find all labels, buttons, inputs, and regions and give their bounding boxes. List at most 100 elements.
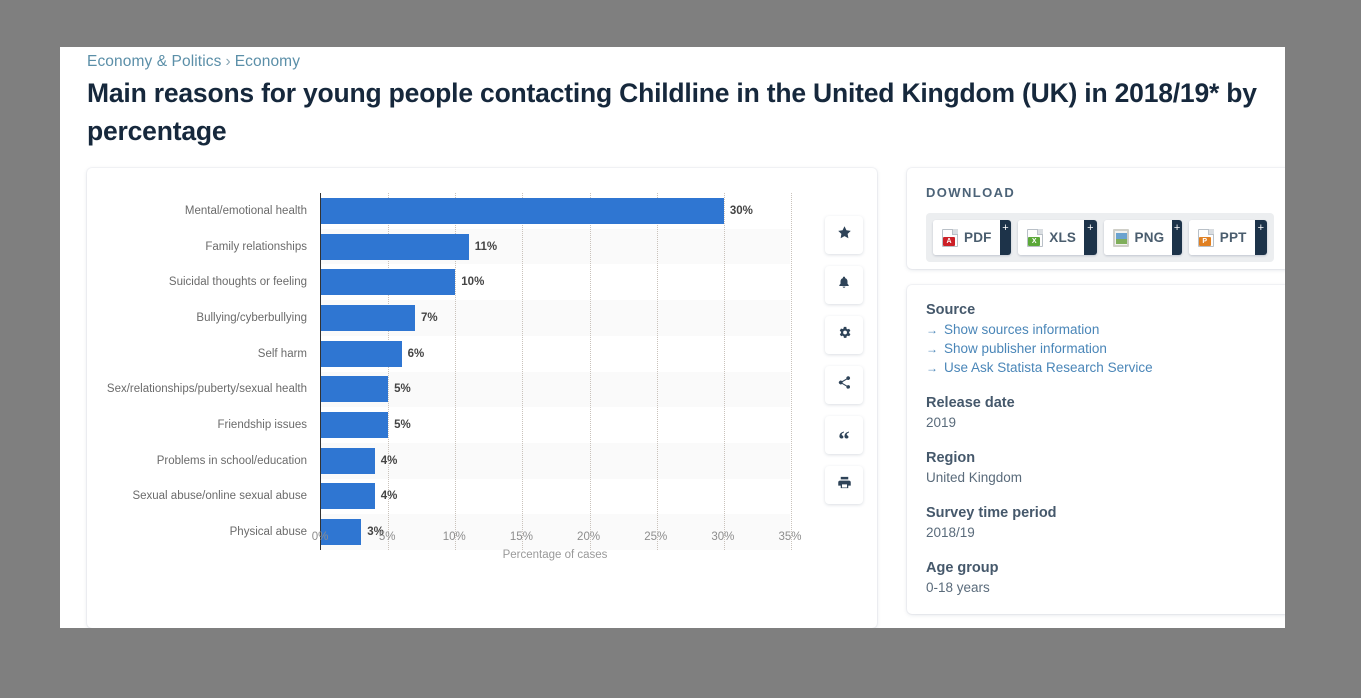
x-axis-tick-label: 5% [378, 531, 396, 543]
chart-category-label: Bullying/cyberbullying [196, 311, 307, 324]
page-title: Main reasons for young people contacting… [87, 78, 1257, 146]
survey-period-value: 2018/19 [926, 525, 975, 540]
arrow-right-icon: → [926, 342, 938, 356]
x-axis-tick-label: 0% [311, 531, 329, 543]
chart-bar[interactable] [321, 233, 469, 260]
settings-button[interactable] [825, 316, 863, 354]
breadcrumb-separator: › [225, 53, 231, 70]
chart-category-label: Sex/relationships/puberty/sexual health [106, 383, 307, 396]
share-button[interactable] [825, 366, 863, 404]
chart-bar-value: 4% [380, 490, 398, 503]
favorite-button[interactable] [825, 216, 863, 254]
x-axis-tick-label: 20% [577, 531, 601, 543]
download-ppt-label: PPT [1219, 230, 1247, 245]
chart-row-band [321, 371, 790, 408]
page-card: Economy & Politics › Economy Main reasons … [60, 47, 1285, 628]
x-axis-tick-label: 30% [711, 531, 735, 543]
breadcrumb-item-1[interactable]: Economy [235, 53, 300, 70]
chart-bar-value: 4% [380, 454, 398, 467]
download-png-options-button[interactable]: + [1172, 220, 1182, 255]
chart-gridline [522, 193, 524, 550]
chart-gridline [791, 193, 792, 550]
chart-bar-value: 7% [421, 311, 438, 324]
print-icon [837, 475, 852, 495]
show-sources-link[interactable]: → Show sources information [926, 322, 1274, 337]
chart-bar[interactable] [321, 376, 389, 403]
cite-button[interactable]: “ [825, 416, 863, 454]
x-axis-title: Percentage of cases [502, 549, 608, 561]
chart-category-label: Mental/emotional health [184, 204, 307, 217]
x-axis-tick-label: 25% [644, 531, 668, 543]
chart-bar-value: 5% [394, 383, 411, 396]
chart-bar[interactable] [321, 269, 456, 296]
download-pdf-options-button[interactable]: + [999, 220, 1012, 255]
ask-statista-link[interactable]: → Use Ask Statista Research Service [926, 360, 1274, 375]
download-png-label: PNG [1134, 230, 1165, 245]
download-pdf-main[interactable]: A PDF [933, 220, 1000, 255]
share-icon [837, 375, 852, 395]
show-publisher-link[interactable]: → Show publisher information [926, 341, 1274, 356]
chart-category-label: Self harm [257, 347, 307, 360]
breadcrumb-item-0[interactable]: Economy & Politics [87, 53, 221, 70]
show-publisher-label: Show publisher information [944, 341, 1107, 356]
region-value: United Kingdom [926, 470, 1023, 485]
chart-bar-value: 11% [474, 240, 498, 253]
star-icon [837, 225, 852, 245]
print-button[interactable] [825, 466, 863, 504]
bar-chart: 30% 11% 10% 7% 6% 5% 5% 4% 4% 3% Percentage of ca… [87, 168, 877, 628]
download-ppt-button[interactable]: P PPT + [1188, 220, 1267, 255]
chart-bar[interactable] [321, 447, 375, 474]
download-png-main[interactable]: PNG [1103, 220, 1173, 255]
download-panel: DOWNLOAD A PDF + X XLS + PNG + P PPT + [907, 168, 1285, 269]
chart-gridline [589, 193, 591, 550]
chart-bar[interactable] [321, 340, 402, 367]
alert-button[interactable] [825, 266, 863, 304]
chart-category-label: Suicidal thoughts or feeling [168, 276, 307, 289]
xls-file-icon: X [1027, 228, 1044, 247]
ppt-file-icon: P [1197, 228, 1214, 247]
download-xls-button[interactable]: X XLS + [1018, 220, 1097, 255]
chart-gridline [656, 193, 658, 550]
x-axis-tick-label: 15% [509, 531, 533, 543]
download-xls-main[interactable]: X XLS [1018, 220, 1085, 255]
png-file-icon [1112, 228, 1129, 247]
arrow-right-icon: → [926, 323, 938, 337]
download-png-button[interactable]: PNG + [1103, 220, 1182, 255]
chart-plot-area: 30% 11% 10% 7% 6% 5% 5% 4% 4% 3% [320, 193, 792, 550]
bell-icon [837, 275, 851, 295]
download-pdf-label: PDF [964, 230, 992, 245]
metadata-panel: Source → Show sources information → Show p… [907, 285, 1285, 614]
age-group-heading: Age group [926, 560, 999, 576]
download-ppt-options-button[interactable]: + [1254, 220, 1267, 255]
x-axis-tick-label: 35% [778, 531, 802, 543]
arrow-right-icon: → [926, 361, 938, 375]
chart-bar-value: 10% [461, 276, 485, 289]
content-area: 30% 11% 10% 7% 6% 5% 5% 4% 4% 3% Percentage of ca… [60, 168, 1285, 628]
chart-bar[interactable] [321, 304, 415, 331]
sidebar: DOWNLOAD A PDF + X XLS + PNG + P PPT + Source → Sho… [907, 168, 1285, 628]
breadcrumb: Economy & Politics › Economy [87, 53, 300, 71]
release-date-heading: Release date [926, 395, 1015, 411]
chart-category-label: Friendship issues [217, 419, 307, 432]
chart-bar[interactable] [321, 197, 724, 224]
gear-icon [837, 325, 852, 345]
chart-category-label: Physical abuse [229, 526, 307, 539]
chart-bar[interactable] [321, 483, 375, 510]
chart-bar[interactable] [321, 412, 389, 439]
download-pdf-button[interactable]: A PDF + [933, 220, 1012, 255]
chart-bar-value: 30% [729, 204, 753, 217]
download-ppt-main[interactable]: P PPT [1188, 220, 1255, 255]
chart-category-label: Sexual abuse/online sexual abuse [132, 490, 307, 503]
chart-card: 30% 11% 10% 7% 6% 5% 5% 4% 4% 3% Percentage of ca… [87, 168, 877, 628]
download-heading: DOWNLOAD [926, 185, 1016, 200]
age-group-value: 0-18 years [926, 580, 990, 595]
chart-gridline [723, 193, 725, 550]
chart-category-label: Problems in school/education [156, 454, 307, 467]
download-button-group: A PDF + X XLS + PNG + P PPT + [926, 213, 1274, 262]
survey-period-heading: Survey time period [926, 505, 1057, 521]
quote-icon: “ [838, 427, 850, 452]
download-xls-options-button[interactable]: + [1084, 220, 1097, 255]
chart-bar-value: 5% [394, 419, 411, 432]
chart-category-label: Family relationships [205, 240, 307, 253]
source-heading: Source [926, 302, 976, 318]
